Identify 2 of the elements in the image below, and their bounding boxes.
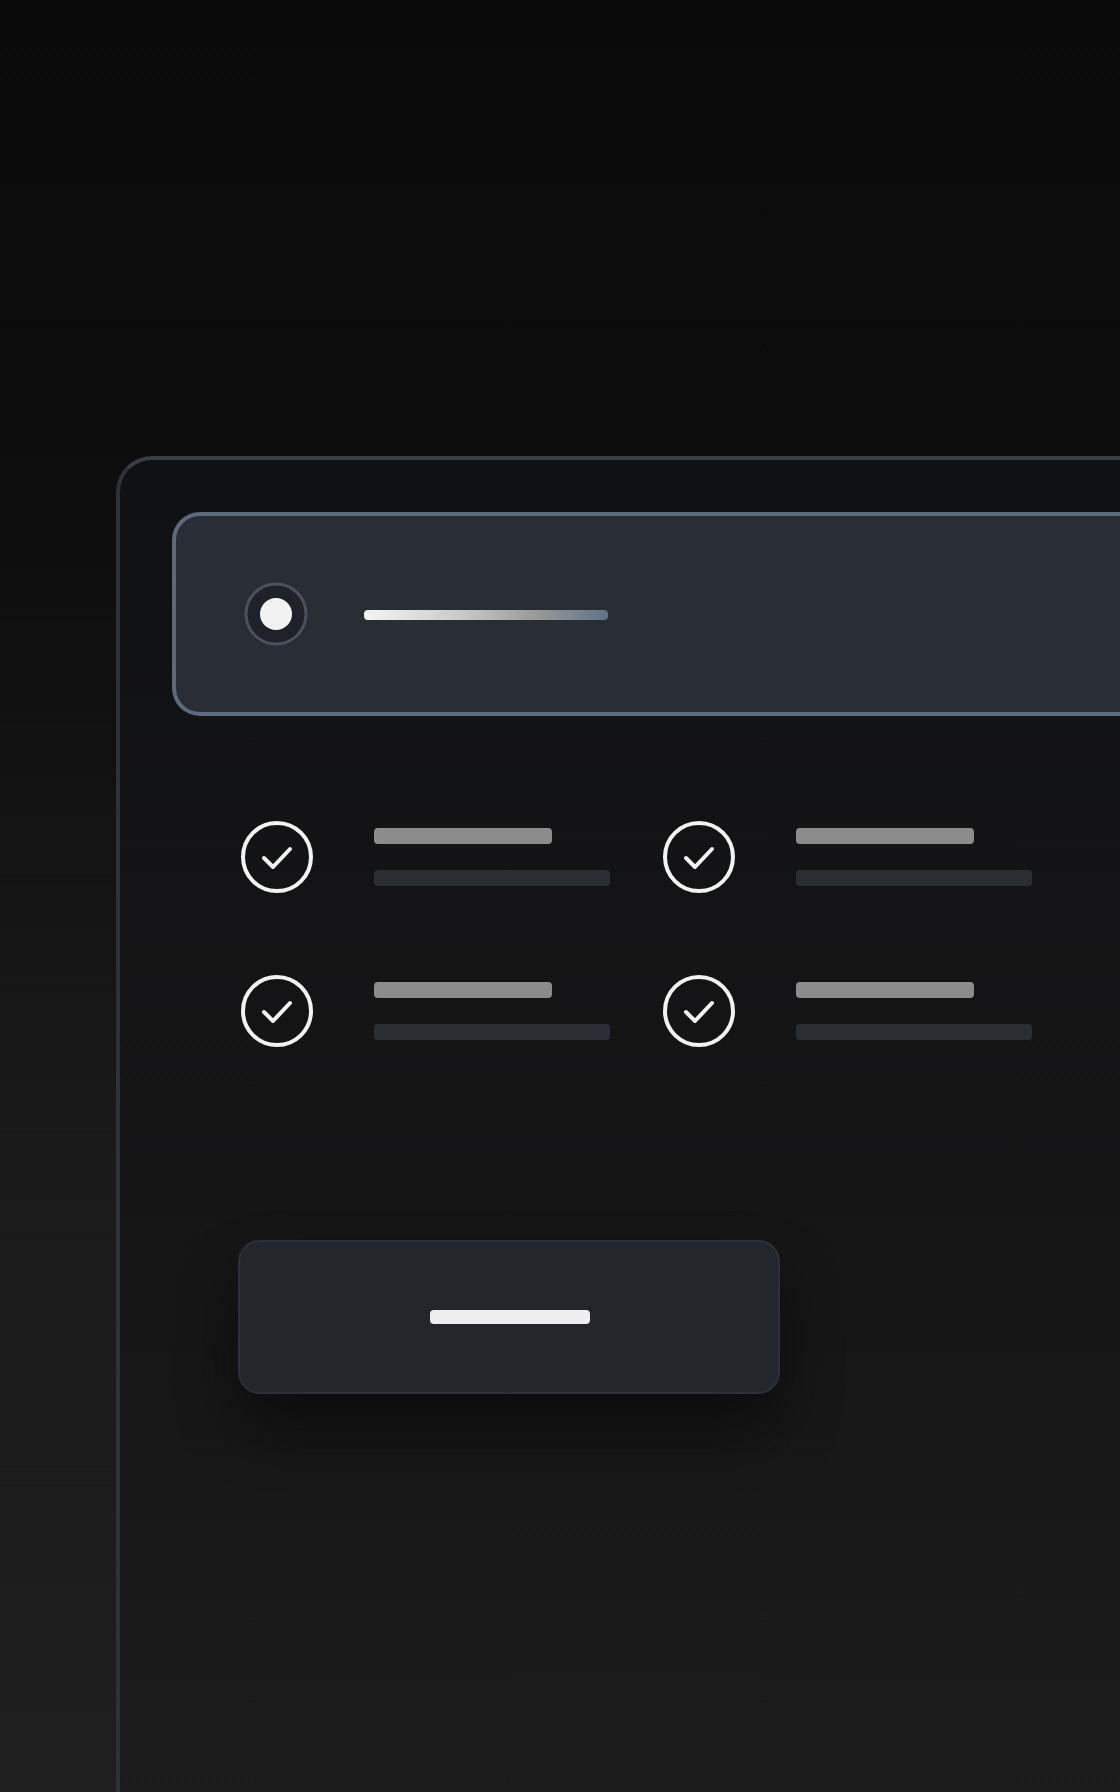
radio-button[interactable]	[244, 582, 308, 646]
action-button[interactable]	[238, 1240, 780, 1394]
